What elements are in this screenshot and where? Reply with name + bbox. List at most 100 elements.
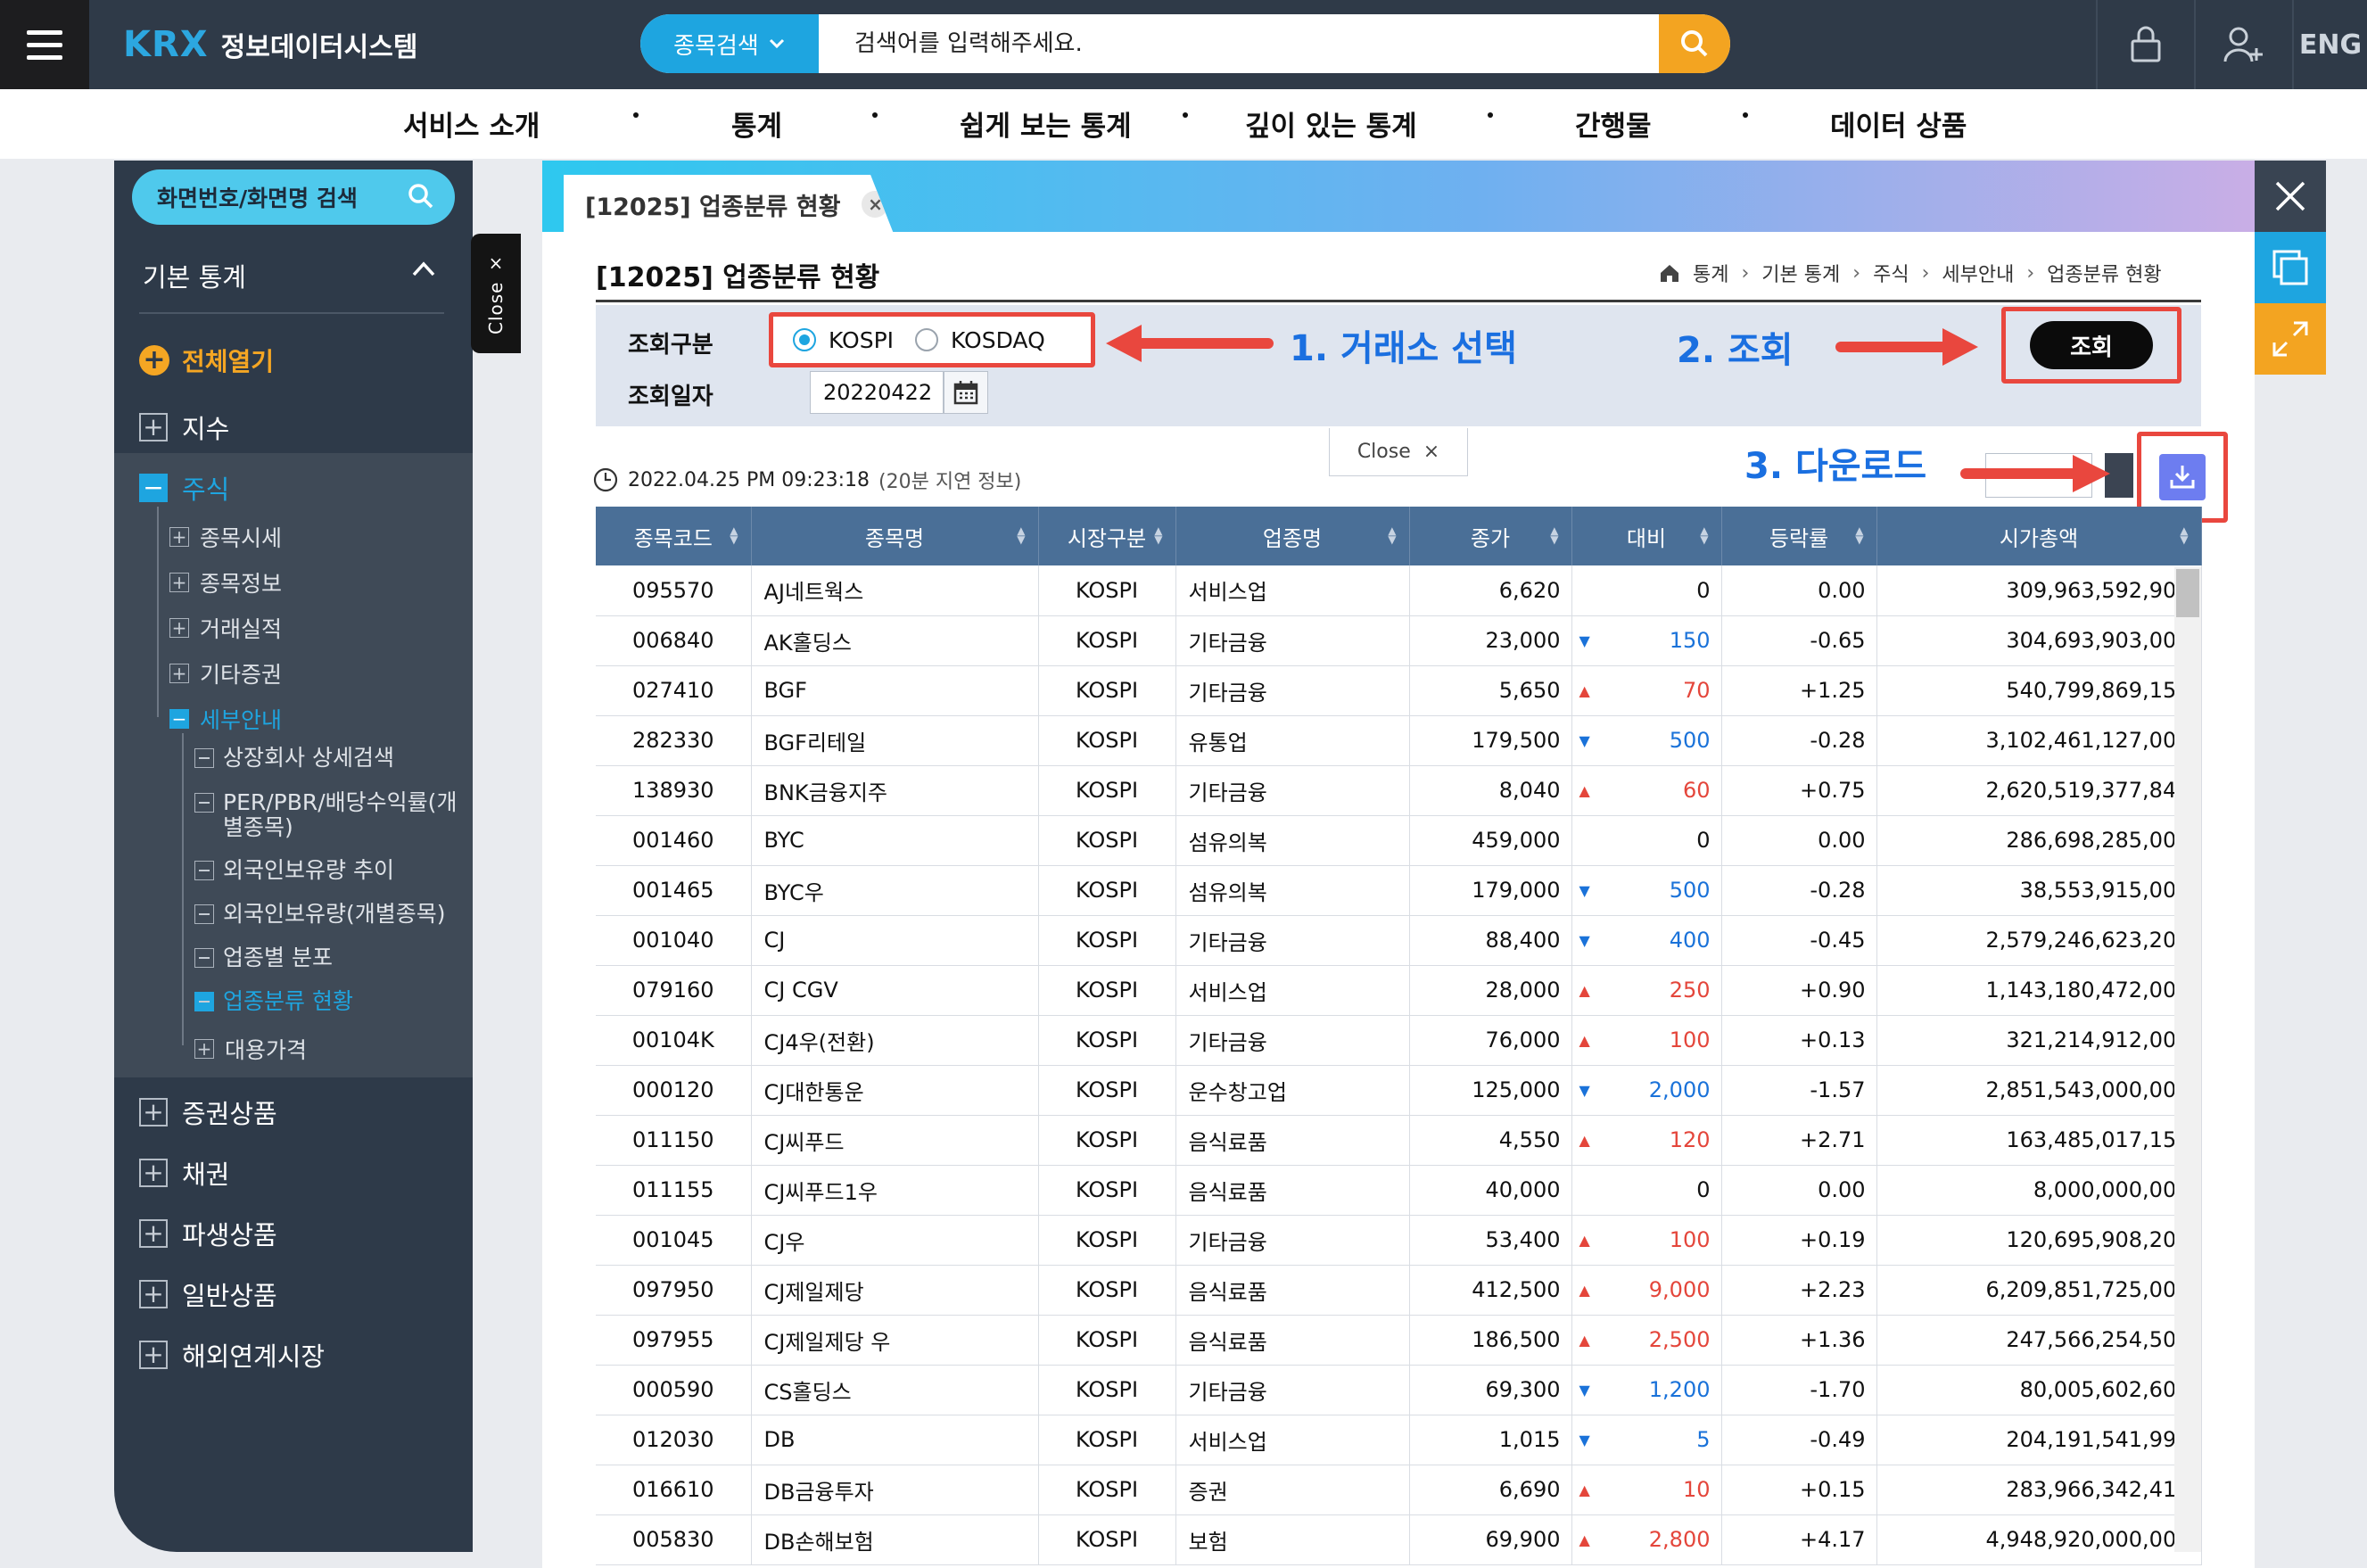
- sidebar-item-index[interactable]: + 지수: [139, 409, 229, 446]
- column-header[interactable]: 등락률 ▲ ▼: [1721, 507, 1877, 565]
- tab-sector-classification[interactable]: [12025] 업종분류 현황 ×: [564, 175, 894, 234]
- minus-box-icon: −: [139, 474, 168, 502]
- cell-sector: 서비스업: [1175, 965, 1410, 1016]
- table-row[interactable]: 097950 CJ제일제당 KOSPI 음식료품 412,500 ▲ 9,000 +2.23 6…: [596, 1265, 2202, 1316]
- sidebar-sub-details[interactable]: − 세부안내: [169, 703, 282, 735]
- sidebar-leaf-foreign-individual[interactable]: 외국인보유량(개별종목): [194, 902, 446, 927]
- filter-close-button[interactable]: Close ×: [1329, 428, 1468, 476]
- sidebar-close-tab[interactable]: Close ×: [471, 234, 521, 353]
- cell-code: 001040: [596, 915, 752, 966]
- sidebar-leaf-company-search[interactable]: 상장회사 상세검색: [194, 746, 394, 771]
- table-row[interactable]: 001460 BYC KOSPI 섬유의복 459,000 0 0.00 286,698,28…: [596, 815, 2202, 866]
- sidebar-item-bonds[interactable]: + 채권: [139, 1154, 229, 1192]
- sidebar-sub-other-securities[interactable]: + 기타증권: [169, 657, 282, 689]
- breadcrumb-item[interactable]: 통계: [1693, 259, 1728, 287]
- fullscreen-button[interactable]: [2255, 303, 2326, 375]
- cell-change: ▲ 100: [1571, 1015, 1722, 1066]
- column-header[interactable]: 시장구분 ▲ ▼: [1038, 507, 1176, 565]
- doc-box-icon: [194, 904, 214, 924]
- table-row[interactable]: 001040 CJ KOSPI 기타금융 88,400 ▼ 400 -0.45 2,579,24…: [596, 915, 2202, 966]
- sidebar-item-overseas-markets[interactable]: + 해외연계시장: [139, 1336, 325, 1374]
- sidebar-sub-price[interactable]: + 종목시세: [169, 521, 282, 553]
- column-header[interactable]: 시가총액 ▲ ▼: [1876, 507, 2202, 565]
- column-header[interactable]: 대비 ▲ ▼: [1571, 507, 1722, 565]
- table-row[interactable]: 005830 DB손해보험 KOSPI 보험 69,900 ▲ 2,800 +4.17 4,94…: [596, 1514, 2202, 1565]
- table-row[interactable]: 027410 BGF KOSPI 기타금융 5,650 ▲ 70 +1.25 540,799,8…: [596, 665, 2202, 716]
- radio-kosdaq-label[interactable]: KOSDAQ: [951, 327, 1045, 353]
- user-add-button[interactable]: [2194, 0, 2292, 89]
- table-row[interactable]: 001465 BYC우 KOSPI 섬유의복 179,000 ▼ 500 -0.28 38,55…: [596, 865, 2202, 916]
- plus-box-icon: +: [139, 413, 168, 442]
- cell-rate: -0.49: [1721, 1415, 1877, 1465]
- sidebar-item-derivatives[interactable]: + 파생상품: [139, 1215, 277, 1252]
- table-row[interactable]: 095570 AJ네트웍스 KOSPI 서비스업 6,620 0 0.00 309,963,5…: [596, 565, 2202, 616]
- sidebar-item-securities-products[interactable]: + 증권상품: [139, 1093, 277, 1131]
- new-window-button[interactable]: [2255, 232, 2326, 303]
- home-icon[interactable]: [1659, 263, 1680, 283]
- table-row[interactable]: 000590 CS홀딩스 KOSPI 기타금융 69,300 ▼ 1,200 -1.70 80,…: [596, 1365, 2202, 1415]
- chevron-right-icon: ›: [1852, 261, 1861, 285]
- nav-publications[interactable]: 간행물: [1575, 103, 1652, 144]
- query-button[interactable]: 조회: [2030, 321, 2153, 369]
- lock-button[interactable]: [2096, 0, 2194, 89]
- cell-close: 459,000: [1409, 815, 1572, 866]
- cell-name: CJ씨푸드1우: [751, 1165, 1039, 1216]
- radio-kospi[interactable]: [793, 328, 816, 351]
- chevron-up-icon[interactable]: [410, 259, 437, 278]
- table-row[interactable]: 097955 CJ제일제당 우 KOSPI 음식료품 186,500 ▲ 2,500 +1.3…: [596, 1315, 2202, 1366]
- table-row[interactable]: 016610 DB금융투자 KOSPI 증권 6,690 ▲ 10 +0.15 283,966,…: [596, 1465, 2202, 1515]
- change-value: 9,000: [1648, 1277, 1711, 1302]
- breadcrumb-item[interactable]: 주식: [1873, 259, 1909, 287]
- column-header[interactable]: 종목코드 ▲ ▼: [596, 507, 752, 565]
- table-row[interactable]: 006840 AK홀딩스 KOSPI 기타금융 23,000 ▼ 150 -0.65 304,6…: [596, 615, 2202, 666]
- sidebar-leaf-substitute-price[interactable]: + 대용가격: [194, 1033, 307, 1065]
- column-header[interactable]: 종목명 ▲ ▼: [751, 507, 1039, 565]
- download-button[interactable]: [2159, 454, 2206, 500]
- cell-name: CJ씨푸드: [751, 1115, 1039, 1166]
- cell-sector: 증권: [1175, 1465, 1410, 1515]
- query-date-input[interactable]: 20220422: [810, 371, 944, 414]
- search-category-dropdown[interactable]: 종목검색: [640, 14, 819, 73]
- table-row[interactable]: 000120 CJ대한통운 KOSPI 운수창고업 125,000 ▼ 2,000 -1.57…: [596, 1065, 2202, 1116]
- calendar-button[interactable]: [944, 371, 988, 414]
- table-row[interactable]: 011150 CJ씨푸드 KOSPI 음식료품 4,550 ▲ 120 +2.71 163,48…: [596, 1115, 2202, 1166]
- sidebar-item-general-products[interactable]: + 일반상품: [139, 1275, 277, 1313]
- sidebar-leaf-foreign-trend[interactable]: 외국인보유량 추이: [194, 858, 394, 883]
- nav-service-intro[interactable]: 서비스 소개: [403, 103, 540, 144]
- search-button[interactable]: [1659, 14, 1730, 73]
- breadcrumb-item[interactable]: 세부안내: [1942, 259, 2014, 287]
- table-row[interactable]: 011155 CJ씨푸드1우 KOSPI 음식료품 40,000 0 0.00 8,000,0…: [596, 1165, 2202, 1216]
- nav-statistics[interactable]: 통계: [731, 103, 782, 144]
- table-row[interactable]: 079160 CJ CGV KOSPI 서비스업 28,000 ▲ 250 +0.90 1,14…: [596, 965, 2202, 1016]
- sidebar-leaf-per-pbr[interactable]: PER/PBR/배당수익률(개별종목): [194, 790, 462, 840]
- close-window-button[interactable]: [2255, 161, 2326, 232]
- sidebar-sub-trading[interactable]: + 거래실적: [169, 612, 282, 644]
- table-row[interactable]: 012030 DB KOSPI 서비스업 1,015 ▼ 5 -0.49 204,191,541…: [596, 1415, 2202, 1465]
- nav-deep-statistics[interactable]: 깊이 있는 통계: [1245, 103, 1417, 144]
- column-header[interactable]: 종가 ▲ ▼: [1409, 507, 1572, 565]
- radio-kosdaq[interactable]: [915, 328, 939, 351]
- breadcrumb-item[interactable]: 기본 통계: [1761, 259, 1840, 287]
- table-row[interactable]: 001045 CJ우 KOSPI 기타금융 53,400 ▲ 100 +0.19 120,695…: [596, 1215, 2202, 1266]
- table-scrollbar-thumb[interactable]: [2176, 569, 2199, 617]
- sidebar-sub-info[interactable]: + 종목정보: [169, 566, 282, 598]
- nav-easy-statistics[interactable]: 쉽게 보는 통계: [960, 103, 1132, 144]
- table-scrollbar[interactable]: [2174, 567, 2201, 1552]
- sidebar-leaf-sector-classification[interactable]: 업종분류 현황: [194, 989, 353, 1014]
- site-logo[interactable]: KRX 정보데이터시스템: [123, 20, 417, 70]
- nav-data-products[interactable]: 데이터 상품: [1830, 103, 1967, 144]
- radio-kospi-label[interactable]: KOSPI: [829, 327, 894, 353]
- search-input[interactable]: [819, 14, 1659, 73]
- column-header[interactable]: 업종명 ▲ ▼: [1175, 507, 1410, 565]
- plus-box-icon: +: [169, 573, 189, 592]
- table-row[interactable]: 00104K CJ4우(전환) KOSPI 기타금융 76,000 ▲ 100 +0.13 32…: [596, 1015, 2202, 1066]
- expand-all-button[interactable]: + 전체열기: [139, 342, 274, 378]
- hamburger-menu-icon[interactable]: [0, 0, 89, 89]
- sidebar-leaf-sector-distribution[interactable]: 업종별 분포: [194, 945, 333, 970]
- screen-search-button[interactable]: 화면번호/화면명 검색: [132, 169, 455, 225]
- table-row[interactable]: 138930 BNK금융지주 KOSPI 기타금융 8,040 ▲ 60 +0.75 2,620…: [596, 765, 2202, 816]
- cell-rate: +1.36: [1721, 1315, 1877, 1366]
- language-button[interactable]: ENG: [2292, 0, 2367, 89]
- table-row[interactable]: 282330 BGF리테일 KOSPI 유통업 179,500 ▼ 500 -0.28 3,10…: [596, 715, 2202, 766]
- sidebar-item-stocks[interactable]: − 주식: [139, 469, 229, 507]
